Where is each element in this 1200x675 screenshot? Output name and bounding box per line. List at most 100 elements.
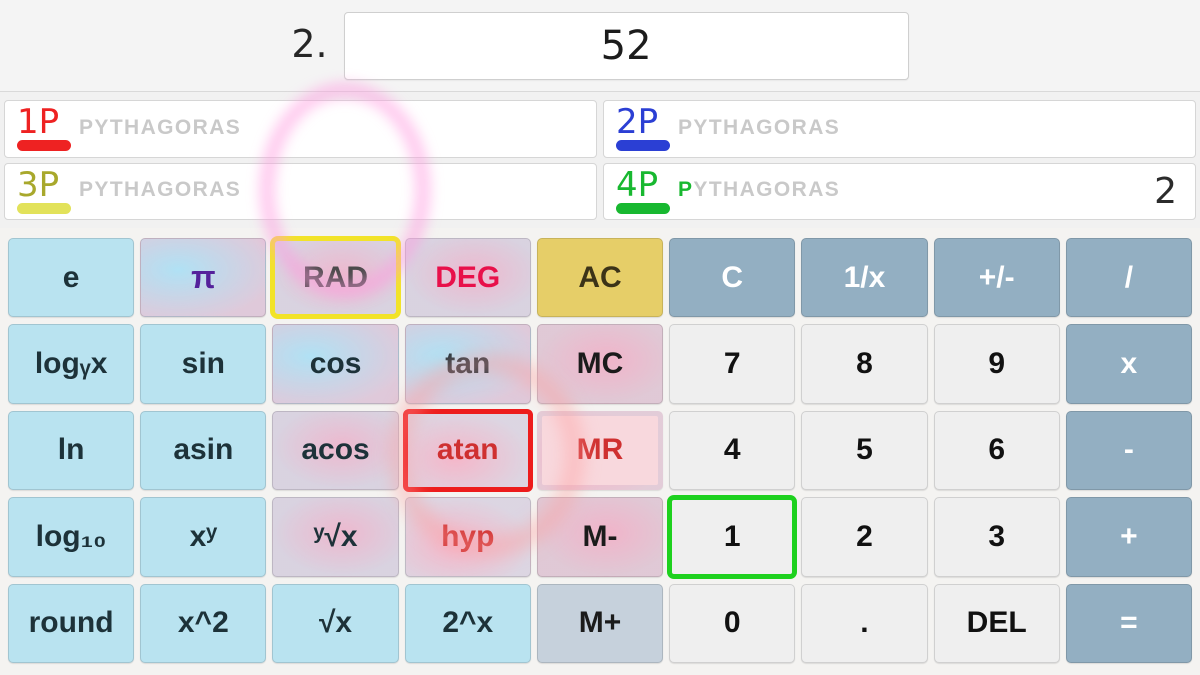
turn-index-label: 2. [291, 21, 328, 66]
key-acos-r2c2[interactable]: acos [272, 410, 399, 491]
key-8-r1c6[interactable]: 8 [801, 324, 928, 404]
key-5-r2c6[interactable]: 5 [801, 410, 928, 491]
key-label: 2 [856, 519, 873, 553]
key-1x-r0c6[interactable]: 1/x [801, 238, 928, 318]
key-label: π [191, 259, 216, 296]
key-3-r3c7[interactable]: 3 [933, 497, 1060, 577]
key-hyp-r3c3[interactable]: hyp [404, 497, 531, 577]
key-label: tan [445, 347, 491, 381]
key-label: 6 [988, 433, 1005, 467]
key-label: 4 [723, 433, 741, 467]
key-sin-r1c1[interactable]: sin [140, 324, 267, 404]
player-badge: 2P [616, 101, 674, 157]
key-label: cos [309, 347, 362, 381]
key-2x-r4c3[interactable]: 2^x [404, 583, 531, 663]
key-del-r4c7[interactable]: DEL [933, 583, 1060, 663]
key-x2-r4c1[interactable]: x^2 [140, 583, 267, 663]
display-value: 52 [600, 22, 652, 69]
key-0-r4c5[interactable]: 0 [669, 583, 796, 663]
key-label: acos [301, 433, 370, 467]
key-9-r1c7[interactable]: 9 [933, 324, 1060, 404]
player-color-bar [17, 202, 71, 214]
key--r4c6[interactable]: . [801, 583, 928, 663]
key--r3c8[interactable]: + [1065, 497, 1192, 577]
key-label: xʸ [189, 519, 218, 553]
key-ln-r2c0[interactable]: ln [8, 410, 135, 491]
player-panel-2p[interactable]: 2P PYTHAGORAS [603, 100, 1196, 158]
key-label: round [28, 606, 114, 640]
player-panel-1p[interactable]: 1P PYTHAGORAS [4, 100, 597, 158]
player-word: PYTHAGORAS [79, 178, 241, 202]
key-label: C [721, 260, 744, 294]
key-label: + [1120, 519, 1138, 553]
player-tag: 2P [616, 102, 659, 143]
key-label: logᵧx [34, 347, 108, 381]
key-label: 1 [723, 519, 741, 553]
key-label: MC [576, 347, 624, 381]
key-mr-r2c4[interactable]: MR [536, 410, 664, 491]
key-label: 1/x [843, 260, 886, 294]
display-field[interactable]: 52 [343, 11, 909, 80]
key-label: 7 [723, 347, 741, 381]
key-logx-r1c0[interactable]: logᵧx [8, 324, 135, 404]
key-label: M+ [578, 606, 622, 640]
key-label: M- [582, 519, 618, 553]
player-panel-4p[interactable]: 4P PYTHAGORAS 2 [603, 162, 1196, 220]
key-rad-r0c2[interactable]: RAD [270, 235, 401, 320]
key-label: ʸ√x [313, 519, 358, 553]
key-m-r4c4[interactable]: M+ [536, 583, 664, 663]
key-deg-r0c3[interactable]: DEG [404, 238, 531, 318]
key-c-r0c5[interactable]: C [669, 238, 796, 318]
key--r0c8[interactable]: / [1065, 238, 1192, 318]
player-word-remaining: PYTHAGORAS [79, 115, 242, 139]
calculator-game-screen: 2. 52 1P PYTHAGORAS 2P PYTHAGORAS 3P PYT… [0, 0, 1200, 675]
key--r0c1[interactable]: π [140, 238, 267, 318]
key--r4c8[interactable]: = [1065, 583, 1192, 663]
key-log-r3c0[interactable]: log₁₀ [8, 497, 135, 577]
key-label: - [1123, 433, 1134, 467]
player-word-remaining: PYTHAGORAS [79, 178, 242, 201]
key-1-r3c5[interactable]: 1 [667, 495, 798, 579]
key-x-r1c8[interactable]: x [1065, 324, 1192, 404]
player-word: PYTHAGORAS [678, 178, 840, 202]
key-label: 0 [723, 606, 741, 640]
key-inner: MR [541, 415, 659, 486]
key-cos-r1c2[interactable]: cos [272, 324, 399, 404]
key-label: ln [57, 433, 85, 467]
key-x-r4c2[interactable]: √x [272, 583, 399, 663]
key--r0c7[interactable]: +/- [933, 238, 1060, 318]
key-m-r3c4[interactable]: M- [536, 497, 664, 577]
key-7-r1c5[interactable]: 7 [669, 324, 796, 404]
player-word-remaining: YTHAGORAS [693, 178, 841, 201]
player-badge: 1P [17, 101, 75, 157]
player-color-bar [616, 140, 670, 152]
key-ac-r0c4[interactable]: AC [536, 238, 664, 318]
key-label: 2^x [442, 606, 494, 640]
key-label: / [1124, 260, 1134, 294]
player-word: PYTHAGORAS [678, 116, 840, 140]
player-score: 2 [1154, 170, 1177, 212]
player-word: PYTHAGORAS [79, 116, 241, 140]
key-2-r3c6[interactable]: 2 [801, 497, 928, 577]
player-panel-3p[interactable]: 3P PYTHAGORAS [4, 162, 597, 220]
key-label: DEL [966, 606, 1027, 640]
key-x-r3c1[interactable]: xʸ [140, 497, 267, 577]
key-label: 8 [856, 347, 873, 381]
key-6-r2c7[interactable]: 6 [933, 410, 1060, 491]
key-label: 5 [856, 433, 873, 467]
player-color-bar [616, 202, 670, 214]
player-badge: 3P [17, 164, 75, 220]
player-word-typed: P [678, 178, 694, 201]
key-tan-r1c3[interactable]: tan [404, 324, 531, 404]
key-e-r0c0[interactable]: e [8, 238, 135, 318]
key-asin-r2c1[interactable]: asin [140, 410, 267, 491]
key-label: RAD [303, 260, 369, 294]
key-4-r2c5[interactable]: 4 [669, 410, 796, 491]
key-atan-r2c3[interactable]: atan [402, 408, 533, 493]
key-mc-r1c4[interactable]: MC [536, 324, 664, 404]
key-round-r4c0[interactable]: round [8, 583, 135, 663]
key-label: x [1120, 347, 1138, 381]
player-panels: 1P PYTHAGORAS 2P PYTHAGORAS 3P PYTHAGORA… [0, 95, 1200, 225]
key-x-r3c2[interactable]: ʸ√x [272, 497, 399, 577]
key--r2c8[interactable]: - [1065, 410, 1192, 491]
